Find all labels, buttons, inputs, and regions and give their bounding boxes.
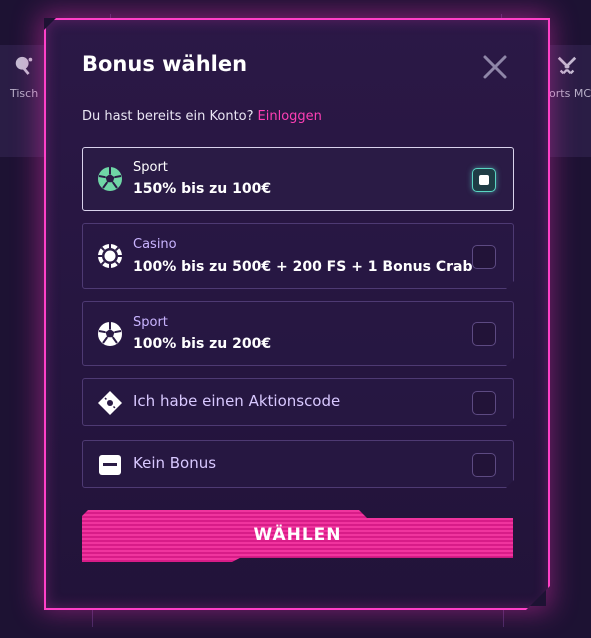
option-checkbox[interactable] (472, 168, 496, 192)
option-title: 100% bis zu 200€ (133, 336, 272, 352)
bonus-option-no-bonus[interactable]: Kein Bonus (82, 440, 514, 488)
no-bonus-icon (97, 452, 123, 478)
option-checkbox[interactable] (472, 453, 496, 477)
background-category-label: Tisch (10, 87, 39, 100)
option-title: 100% bis zu 500€ + 200 FS + 1 Bonus Crab (133, 259, 473, 275)
choose-bonus-button[interactable]: WÄHLEN (82, 510, 513, 562)
soccer-ball-icon (97, 321, 123, 347)
login-prompt: Du hast bereits ein Konto? Einloggen (82, 109, 322, 124)
bonus-modal: Bonus wählen Du hast bereits ein Konto? E… (44, 18, 550, 610)
option-checkbox[interactable] (472, 322, 496, 346)
background-category-table[interactable]: Tisch (10, 55, 38, 100)
ticket-icon (97, 390, 123, 416)
bonus-option-sport-100[interactable]: Sport 100% bis zu 200€ (82, 301, 514, 366)
option-title: 150% bis zu 100€ (133, 181, 272, 197)
casino-chip-icon (97, 243, 123, 269)
option-label: Casino (133, 237, 177, 252)
table-tennis-icon (15, 56, 33, 75)
bonus-option-casino[interactable]: Casino 100% bis zu 500€ + 200 FS + 1 Bon… (82, 223, 514, 289)
option-text: Ich habe einen Aktionscode (133, 392, 341, 410)
bonus-option-promo-code[interactable]: Ich habe einen Aktionscode (82, 378, 514, 426)
option-label: Sport (133, 160, 168, 175)
option-label: Sport (133, 315, 168, 330)
modal-title: Bonus wählen (82, 52, 248, 76)
login-prompt-text: Du hast bereits ein Konto? (82, 109, 254, 124)
option-checkbox[interactable] (472, 245, 496, 269)
bonus-option-sport-150[interactable]: Sport 150% bis zu 100€ (82, 147, 514, 211)
option-text: Kein Bonus (133, 454, 217, 472)
crossed-swords-icon (557, 56, 576, 75)
button-label: WÄHLEN (253, 525, 342, 545)
soccer-ball-icon (97, 166, 123, 192)
login-link[interactable]: Einloggen (258, 109, 322, 124)
close-icon[interactable] (482, 54, 508, 80)
option-checkbox[interactable] (472, 391, 496, 415)
